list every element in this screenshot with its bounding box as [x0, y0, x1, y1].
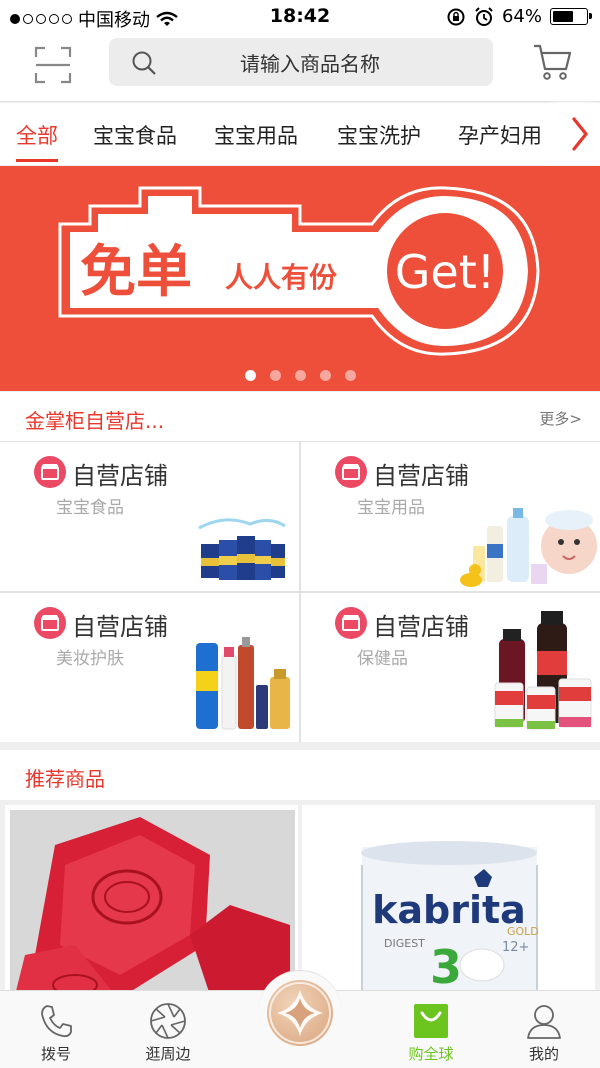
store-card-title: 自营店铺 [373, 462, 469, 490]
banner-dot[interactable] [319, 370, 331, 381]
tab-baby-care[interactable]: 宝宝洗护 [337, 120, 421, 150]
banner-title: 免单 [80, 240, 192, 305]
nav-dial[interactable]: 拨号 [6, 991, 106, 1068]
rotation-lock-icon [447, 8, 465, 25]
battery-level [553, 11, 574, 22]
nav-global-shop[interactable]: 购全球 [381, 991, 481, 1068]
promo-banner-art: 免单 人人有份 Get! [58, 186, 540, 356]
search-icon [132, 51, 156, 75]
store-card-title: 自营店铺 [373, 613, 469, 641]
banner-subtitle: 人人有份 [225, 261, 337, 294]
app-header: 请输入商品名称 [0, 34, 600, 102]
coin-logo-icon [267, 980, 333, 1046]
store-card-baby-food[interactable]: 自营店铺 宝宝食品 [0, 442, 299, 591]
kabrita-product-image: kabrita GOLD DIGEST 3 12+ [361, 841, 539, 995]
nav-mine[interactable]: 我的 [494, 991, 594, 1068]
formula-cans-image [198, 518, 286, 580]
status-right: 64% [446, 6, 592, 27]
stores-more-link[interactable]: 更多> [539, 408, 582, 429]
nav-label: 购全球 [408, 1045, 454, 1063]
nav-label: 我的 [528, 1045, 559, 1063]
store-icon [34, 456, 66, 488]
store-card-title: 自营店铺 [72, 462, 168, 490]
banner-dot[interactable] [244, 370, 256, 381]
baby-products-image [460, 508, 597, 587]
tab-maternity[interactable]: 孕产妇用 [458, 120, 542, 150]
store-card-title: 自营店铺 [72, 613, 168, 641]
recommended-section-header: 推荐商品 [0, 750, 600, 800]
product-card-soap[interactable] [5, 805, 298, 995]
battery-percent: 64% [501, 6, 542, 27]
store-card-baby-supplies[interactable]: 自营店铺 宝宝用品 [301, 442, 600, 591]
banner-cta: Get! [395, 245, 495, 299]
product-card-kabrita[interactable]: kabrita GOLD DIGEST 3 12+ [302, 805, 595, 995]
aperture-icon [150, 1003, 186, 1039]
category-tabs: 全部 宝宝食品 宝宝用品 宝宝洗护 孕产妇用 [0, 103, 600, 165]
recommended-section-title: 推荐商品 [25, 767, 105, 791]
scan-icon[interactable] [34, 46, 72, 84]
store-card-beauty[interactable]: 自营店铺 美妆护肤 [0, 593, 299, 742]
store-icon [335, 607, 367, 639]
kabrita-age: 12+ [502, 940, 529, 955]
kabrita-digest: DIGEST [384, 937, 425, 950]
stores-section-header: 金掌柜自营店... 更多> [0, 392, 600, 441]
skincare-products-image [196, 637, 290, 730]
kabrita-brand: kabrita [372, 888, 526, 932]
center-home-button[interactable] [258, 970, 342, 1068]
tab-baby-food[interactable]: 宝宝食品 [93, 120, 177, 150]
store-card-health[interactable]: 自营店铺 保健品 [301, 593, 600, 742]
search-placeholder: 请输入商品名称 [240, 51, 380, 76]
phone-icon [41, 1005, 72, 1038]
store-icon [335, 456, 367, 488]
search-bar[interactable]: 请输入商品名称 [109, 38, 493, 86]
soap-product-image [10, 810, 295, 995]
battery-icon [550, 8, 592, 25]
store-card-subtitle: 宝宝用品 [357, 498, 425, 518]
banner-dot[interactable] [269, 370, 281, 381]
cart-icon[interactable] [532, 42, 572, 82]
supplements-image [494, 611, 592, 730]
nav-label: 逛周边 [145, 1045, 191, 1063]
alarm-icon [475, 6, 493, 26]
nav-label: 拨号 [40, 1045, 71, 1063]
store-icon [34, 607, 66, 639]
shopping-bag-icon [414, 1004, 448, 1038]
store-grid: 自营店铺 宝宝食品 自营店铺 宝宝用品 自营店铺 美妆护肤 自营店铺 保健品 [0, 441, 600, 742]
user-icon [527, 1005, 561, 1039]
stores-section-title: 金掌柜自营店... [25, 409, 165, 433]
tab-baby-supplies[interactable]: 宝宝用品 [214, 120, 298, 150]
tabs-scroll-right[interactable] [558, 103, 600, 165]
nav-nearby[interactable]: 逛周边 [118, 991, 218, 1068]
store-card-subtitle: 美妆护肤 [56, 649, 124, 669]
chevron-right-icon [572, 117, 589, 151]
kabrita-gold: GOLD [507, 925, 539, 938]
promo-banner[interactable]: 免单 人人有份 Get! [0, 166, 600, 391]
banner-dot[interactable] [344, 370, 356, 381]
store-card-subtitle: 保健品 [357, 649, 408, 669]
banner-pagination [0, 370, 600, 381]
tab-all[interactable]: 全部 [16, 120, 58, 162]
banner-dot[interactable] [294, 370, 306, 381]
store-card-subtitle: 宝宝食品 [56, 498, 124, 518]
status-bar: 中国移动 18:42 64% [0, 0, 600, 34]
kabrita-stage: 3 [430, 940, 462, 994]
